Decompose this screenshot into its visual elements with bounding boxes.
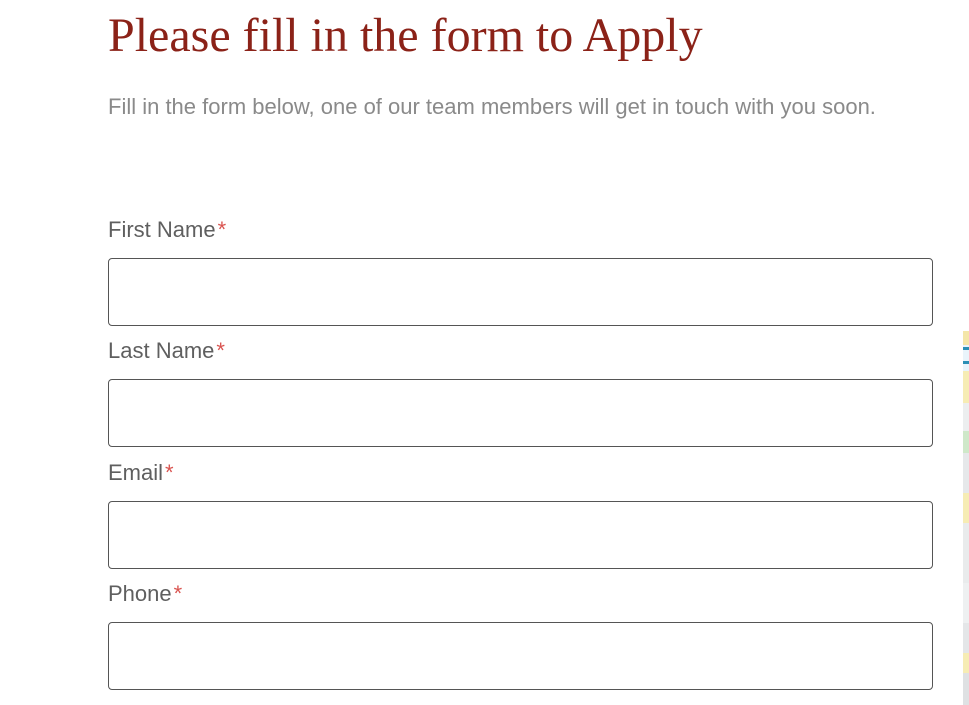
intro-text: Fill in the form below, one of our team … bbox=[108, 94, 876, 119]
phone-input[interactable] bbox=[108, 622, 933, 690]
last-name-input[interactable] bbox=[108, 379, 933, 447]
phone-label-text: Phone bbox=[108, 581, 172, 606]
required-marker: * bbox=[216, 338, 225, 363]
required-marker: * bbox=[165, 460, 174, 485]
email-input[interactable] bbox=[108, 501, 933, 569]
required-marker: * bbox=[173, 581, 183, 606]
phone-label: Phone* bbox=[108, 580, 182, 608]
last-name-label: Last Name* bbox=[108, 337, 225, 365]
first-name-input[interactable] bbox=[108, 258, 933, 326]
last-name-label-text: Last Name bbox=[108, 338, 215, 363]
first-name-label-text: First Name bbox=[108, 217, 216, 242]
email-label-text: Email bbox=[108, 460, 164, 485]
required-marker: * bbox=[217, 217, 227, 242]
page-title: Please fill in the form to Apply bbox=[108, 9, 703, 62]
map-widget-edge bbox=[963, 331, 969, 705]
first-name-label: First Name* bbox=[108, 216, 226, 244]
email-label: Email* bbox=[108, 459, 174, 487]
